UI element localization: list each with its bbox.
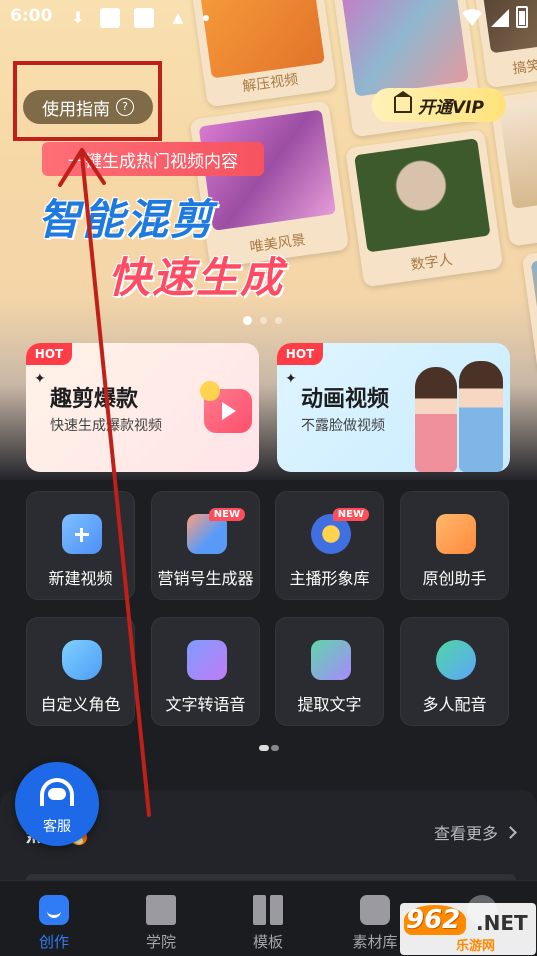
view-more-label: 查看更多 bbox=[433, 824, 498, 843]
alert-icon: ▲ bbox=[172, 10, 184, 26]
original-assistant-icon bbox=[436, 514, 476, 554]
hero-headline: 快速生成 bbox=[108, 253, 285, 302]
promo-title: 趣剪爆款 bbox=[50, 387, 139, 412]
view-more-link[interactable]: 查看更多 bbox=[433, 820, 517, 844]
tool-extract-text[interactable]: 提取文字 bbox=[275, 617, 384, 726]
wifi-icon bbox=[462, 9, 482, 26]
promo-subtitle: 不露脸做视频 bbox=[301, 418, 385, 434]
multi-dubbing-icon bbox=[436, 640, 476, 680]
new-badge: NEW bbox=[208, 508, 245, 521]
sparkle-icon: ✦ bbox=[285, 371, 297, 387]
notification-icon bbox=[100, 8, 120, 28]
collage-card: 治愈 bbox=[521, 239, 537, 374]
hero-headline: 智能混剪 bbox=[38, 195, 215, 244]
status-bar: 6:00 ⬇ ▲ bbox=[0, 0, 537, 36]
download-icon: ⬇ bbox=[71, 8, 85, 27]
create-icon bbox=[39, 895, 69, 925]
hot-badge: HOT bbox=[26, 343, 72, 365]
academy-icon bbox=[146, 895, 176, 925]
promo-card-trending[interactable]: HOT ✦ 趣剪爆款 快速生成爆款视频 bbox=[26, 343, 259, 472]
new-video-icon bbox=[62, 514, 102, 554]
nav-label: 学院 bbox=[145, 933, 176, 951]
collage-card: 数字人 bbox=[345, 129, 504, 288]
tool-text-to-speech[interactable]: 文字转语音 bbox=[151, 617, 260, 726]
pager-dot bbox=[259, 745, 269, 751]
templates-icon bbox=[253, 895, 283, 925]
promo-title: 动画视频 bbox=[301, 387, 390, 412]
tool-new-video[interactable]: 新建视频 bbox=[26, 491, 135, 600]
signal-icon bbox=[491, 9, 509, 27]
status-time: 6:00 bbox=[10, 6, 53, 26]
nav-academy[interactable]: 学院 bbox=[121, 891, 201, 951]
tool-label: 自定义角色 bbox=[40, 695, 121, 714]
tool-label: 新建视频 bbox=[48, 569, 113, 588]
chevron-right-icon bbox=[504, 825, 517, 839]
cartoon-couple-illustration bbox=[407, 359, 507, 472]
grid-pager bbox=[259, 745, 279, 751]
notification-icon bbox=[134, 8, 154, 28]
hero-subtitle: 一键生成热门视频内容 bbox=[42, 142, 264, 176]
watermark-number: 962 bbox=[406, 905, 461, 935]
nav-templates[interactable]: 模板 bbox=[228, 891, 308, 951]
tool-anchor-avatar[interactable]: NEW 主播形象库 bbox=[275, 491, 384, 600]
tool-label: 营销号生成器 bbox=[157, 569, 254, 588]
nav-label: 模板 bbox=[252, 933, 283, 951]
sparkle-icon: ✦ bbox=[34, 371, 46, 387]
pager-dot bbox=[275, 317, 282, 324]
promo-subtitle: 快速生成爆款视频 bbox=[50, 418, 162, 434]
banner-pager bbox=[243, 316, 282, 325]
tool-label: 文字转语音 bbox=[165, 695, 246, 714]
tool-label: 主播形象库 bbox=[289, 569, 370, 588]
watermark-suffix: .NET bbox=[476, 911, 528, 935]
pager-dot bbox=[271, 745, 279, 751]
open-vip-button[interactable]: 开通VIP bbox=[372, 88, 506, 122]
tool-label: 提取文字 bbox=[297, 695, 362, 714]
text-to-speech-icon bbox=[187, 640, 227, 680]
tool-label: 原创助手 bbox=[422, 569, 487, 588]
battery-icon bbox=[516, 6, 528, 28]
vip-label: 开通VIP bbox=[418, 97, 484, 118]
tool-marketing-generator[interactable]: NEW 营销号生成器 bbox=[151, 491, 260, 600]
card-caption: 搞笑动画 bbox=[511, 53, 537, 78]
tool-custom-role[interactable]: 自定义角色 bbox=[26, 617, 135, 726]
extract-text-icon bbox=[311, 640, 351, 680]
promo-card-animation[interactable]: HOT ✦ 动画视频 不露脸做视频 bbox=[277, 343, 510, 472]
tool-multi-dubbing[interactable]: 多人配音 bbox=[400, 617, 509, 726]
tool-label: 多人配音 bbox=[422, 695, 487, 714]
site-watermark: 962 .NET 乐游网 bbox=[400, 903, 536, 955]
headset-icon bbox=[40, 778, 74, 806]
nav-create[interactable]: 创作 bbox=[14, 891, 94, 951]
more-notifications-icon bbox=[203, 15, 209, 21]
pager-dot bbox=[260, 317, 267, 324]
hot-badge: HOT bbox=[277, 343, 323, 365]
custom-role-icon bbox=[62, 640, 102, 680]
tool-original-assistant[interactable]: 原创助手 bbox=[400, 491, 509, 600]
smiley-icon bbox=[200, 381, 220, 401]
annotation-highlight bbox=[13, 61, 162, 141]
crown-icon bbox=[394, 91, 413, 113]
service-label: 客服 bbox=[43, 819, 71, 835]
pager-dot bbox=[243, 316, 252, 325]
new-badge: NEW bbox=[332, 508, 369, 521]
watermark-sub: 乐游网 bbox=[456, 939, 496, 954]
store-icon bbox=[360, 895, 390, 925]
nav-label: 创作 bbox=[38, 933, 69, 951]
customer-service-button[interactable]: 客服 bbox=[15, 762, 99, 846]
